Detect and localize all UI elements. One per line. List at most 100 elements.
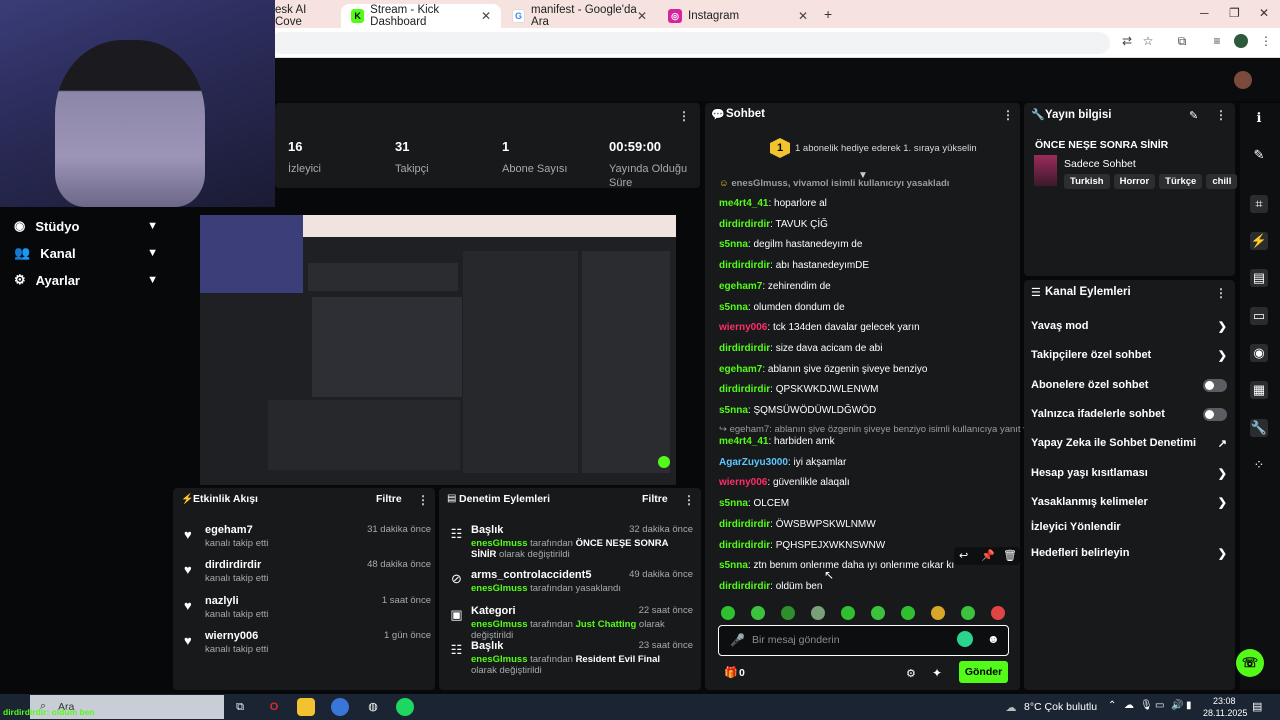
omnibox[interactable] xyxy=(270,32,1110,54)
chat-username[interactable]: s5nna xyxy=(719,498,748,509)
chat-username[interactable]: AgarZuyu3000 xyxy=(719,457,788,468)
battery-icon[interactable]: ▮ xyxy=(1186,700,1192,711)
chat-message[interactable]: dirdirdirdir: QPSKWKDJWLENWM xyxy=(719,384,878,395)
microphone-icon[interactable]: 🎤 xyxy=(730,633,745,647)
clock-time[interactable]: 23:08 xyxy=(1213,696,1236,706)
new-tab-button[interactable]: + xyxy=(824,6,832,22)
action-ai-moderation[interactable]: Yapay Zeka ile Sohbet Denetimi ↗ xyxy=(1031,437,1227,450)
chat-message[interactable]: dirdirdirdir: PQHSPEJXWKNSWNW xyxy=(719,540,885,551)
tab-kick-dashboard[interactable]: K Stream - Kick Dashboard ✕ xyxy=(341,4,501,28)
chat-input-box[interactable]: 🎤 Bir mesaj gönderin ☻ xyxy=(718,625,1009,656)
sidebar-item-channel[interactable]: 👥 Kanal ▼ xyxy=(0,240,174,266)
crop-icon[interactable]: ⌗ xyxy=(1250,195,1268,213)
emote-icon[interactable] xyxy=(871,606,885,620)
chat-message[interactable]: dirdirdirdir: abı hastanedeyımDE xyxy=(719,260,869,271)
chat-icon[interactable]: ▭ xyxy=(1250,307,1268,325)
spotify-icon[interactable] xyxy=(396,698,414,716)
chat-username[interactable]: dirdirdirdir xyxy=(719,519,770,530)
chat-message[interactable]: s5nna: olumden dondum de xyxy=(719,302,845,313)
chat-username[interactable]: me4rt4_41 xyxy=(719,436,768,447)
file-explorer-icon[interactable] xyxy=(297,698,315,716)
emote-icon[interactable] xyxy=(721,606,735,620)
bookmark-star-icon[interactable]: ☆ xyxy=(1141,34,1155,48)
chat-message[interactable]: s5nna: ŞQMSÜWÖDÜWLDĞWÖD xyxy=(719,405,876,416)
layout-icon[interactable]: ▦ xyxy=(1250,381,1268,399)
stream-category[interactable]: Sadece Sohbet xyxy=(1064,158,1136,170)
more-icon[interactable]: ⋮ xyxy=(683,493,695,507)
chat-message[interactable]: s5nna: degilm hastanedeyım de xyxy=(719,239,862,250)
chat-message[interactable]: wierny006: güvenlikle alaqalı xyxy=(719,477,850,488)
chat-username[interactable]: s5nna xyxy=(719,302,748,313)
chat-username[interactable]: dirdirdirdir xyxy=(719,219,770,230)
info-icon[interactable]: ℹ xyxy=(1250,109,1268,127)
sidebar-item-studio[interactable]: ◉ Stüdyo ▼ xyxy=(0,213,174,239)
tag[interactable]: chill xyxy=(1206,174,1238,189)
obs-icon[interactable]: ◍ xyxy=(364,698,382,716)
volume-icon[interactable]: 🔊 xyxy=(1171,700,1183,711)
chat-username[interactable]: dirdirdirdir xyxy=(719,384,770,395)
more-icon[interactable]: ⋮ xyxy=(417,493,429,507)
more-icon[interactable]: ⋮ xyxy=(1215,286,1227,300)
clipboard-icon[interactable]: ▤ xyxy=(1250,269,1268,287)
emote-icon[interactable] xyxy=(961,606,975,620)
broadcast-icon[interactable]: ◉ xyxy=(1250,344,1268,362)
tag[interactable]: Türkçe xyxy=(1159,174,1203,189)
weather-text[interactable]: 8°C Çok bulutlu xyxy=(1024,701,1097,713)
network-icon[interactable]: ▭ xyxy=(1155,700,1164,711)
pin-icon[interactable]: 📌 xyxy=(981,549,995,562)
chat-message[interactable]: me4rt4_41: hoparlore al xyxy=(719,198,827,209)
emote-icon[interactable] xyxy=(901,606,915,620)
wrench-icon[interactable]: 🔧 xyxy=(1250,419,1268,437)
emote-icon[interactable] xyxy=(991,606,1005,620)
chat-username[interactable]: egeham7 xyxy=(719,281,762,292)
user-avatar[interactable] xyxy=(1234,71,1252,89)
chat-message[interactable]: dirdirdirdir: oldüm ben xyxy=(719,581,822,592)
chat-message[interactable]: egeham7: ablanın şive özgenin şiveye ben… xyxy=(719,364,927,375)
action-account-age[interactable]: Hesap yaşı kısıtlaması ❯ xyxy=(1031,467,1227,480)
close-tab-icon[interactable]: ✕ xyxy=(798,9,808,23)
chat-input-placeholder[interactable]: Bir mesaj gönderin xyxy=(752,634,840,646)
action-set-goals[interactable]: Hedefleri belirleyin ❯ xyxy=(1031,547,1227,560)
browser-menu-icon[interactable]: ⋮ xyxy=(1259,34,1273,48)
more-icon[interactable]: ⋮ xyxy=(1215,108,1227,122)
extensions-icon[interactable]: ⧉ xyxy=(1175,34,1189,48)
microphone-icon[interactable]: 🎙 xyxy=(1140,700,1153,711)
chat-username[interactable]: dirdirdirdir xyxy=(719,343,770,354)
chat-message[interactable]: s5nna: ztn benım onlerıme daha ıyı onler… xyxy=(719,560,954,571)
clock-date[interactable]: 28.11.2025 xyxy=(1203,708,1247,718)
chat-username[interactable]: me4rt4_41 xyxy=(719,198,768,209)
toggle-switch[interactable] xyxy=(1203,408,1227,421)
reply-icon[interactable]: ↩ xyxy=(959,549,968,562)
pencil-icon[interactable]: ✎ xyxy=(1250,146,1268,164)
pencil-icon[interactable]: ✎ xyxy=(1189,109,1198,122)
emote-icon[interactable] xyxy=(811,606,825,620)
chat-message[interactable]: AgarZuyu3000: iyi akşamlar xyxy=(719,457,846,468)
emote-icon[interactable] xyxy=(841,606,855,620)
tab-instagram[interactable]: ◎ Instagram ✕ xyxy=(658,4,818,28)
opera-icon[interactable]: O xyxy=(265,698,283,716)
tag[interactable]: Horror xyxy=(1113,174,1156,189)
gear-icon[interactable]: ⚙ xyxy=(906,667,916,680)
notification-icon[interactable]: ▤ xyxy=(1252,700,1262,713)
tag[interactable]: Turkish xyxy=(1064,174,1110,189)
chat-message[interactable]: egeham7: zehirendim de xyxy=(719,281,831,292)
delete-icon[interactable]: 🗑 xyxy=(1003,549,1017,562)
emote-icon[interactable] xyxy=(781,606,795,620)
chat-username[interactable]: dirdirdirdir xyxy=(719,581,770,592)
more-icon[interactable]: ⋮ xyxy=(1002,108,1014,122)
chat-message[interactable]: dirdirdirdir: TAVUK ÇİĞ xyxy=(719,219,828,230)
sidebar-item-settings[interactable]: ⚙ Ayarlar ▼ xyxy=(0,267,174,293)
media-icon[interactable]: ≡ xyxy=(1210,34,1224,48)
cloud-icon[interactable]: ☁ xyxy=(1124,700,1134,711)
emoji-icon[interactable]: ☻ xyxy=(987,632,1000,646)
chat-message[interactable]: wierny006: tck 134den davalar gelecek ya… xyxy=(719,322,920,333)
chat-message[interactable]: dirdirdirdir: ÖWSBWPSKWLNMW xyxy=(719,519,876,530)
minimize-icon[interactable]: ─ xyxy=(1200,6,1209,20)
toggle-switch[interactable] xyxy=(1203,379,1227,392)
emote-icon[interactable] xyxy=(751,606,765,620)
chat-username[interactable]: dirdirdirdir xyxy=(719,260,770,271)
tray-chevron-icon[interactable]: ⌃ xyxy=(1108,700,1116,711)
palette-icon[interactable]: ⁘ xyxy=(1250,456,1268,474)
chrome-icon[interactable] xyxy=(331,698,349,716)
chat-username[interactable]: dirdirdirdir xyxy=(719,540,770,551)
